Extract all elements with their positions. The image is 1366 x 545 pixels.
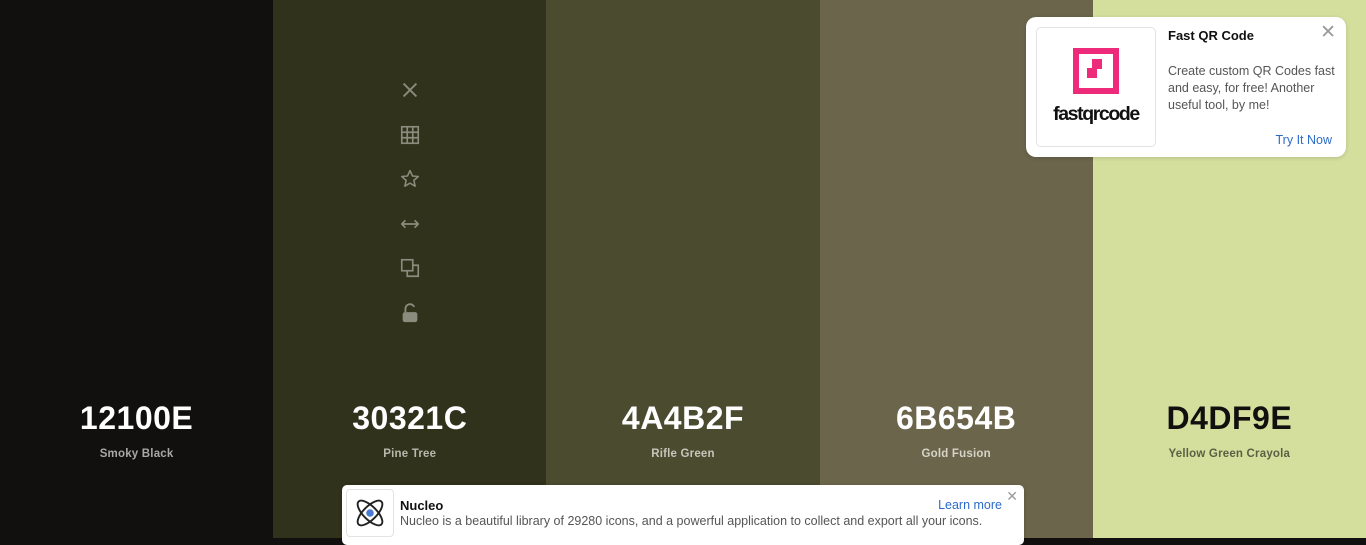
- arrows-horizontal-icon: [400, 219, 419, 228]
- swatch-color-name: Rifle Green: [651, 448, 715, 460]
- swatch-toolbar: [273, 76, 546, 343]
- swatch-hex-code[interactable]: D4DF9E: [1093, 400, 1366, 437]
- lock-color-button[interactable]: [396, 299, 424, 327]
- swatch-hex-code[interactable]: 6B654B: [820, 400, 1093, 437]
- grid-icon: [400, 125, 419, 144]
- swatch-hex-code[interactable]: 30321C: [273, 400, 546, 437]
- swatch-hex-code[interactable]: 4A4B2F: [546, 400, 819, 437]
- close-ad-button[interactable]: ✕: [1320, 23, 1336, 43]
- swatch-pine-tree[interactable]: 30321C Pine Tree: [273, 0, 547, 538]
- banner-description: Nucleo is a beautiful library of 29280 i…: [400, 514, 983, 528]
- ad-description: Create custom QR Codes fast and easy, fo…: [1168, 64, 1335, 112]
- view-shades-button[interactable]: [396, 121, 424, 149]
- copy-hex-button[interactable]: [396, 254, 424, 282]
- swatch-color-name: Smoky Black: [99, 448, 174, 460]
- copy-icon: [400, 258, 419, 278]
- try-it-now-link[interactable]: Try It Now: [1276, 133, 1332, 147]
- nucleo-logo[interactable]: [346, 489, 394, 537]
- swatch-color-name: Yellow Green Crayola: [1168, 448, 1291, 460]
- drag-color-button[interactable]: [396, 210, 424, 238]
- save-color-button[interactable]: [396, 165, 424, 193]
- nucleo-banner[interactable]: Nucleo Nucleo is a beautiful library of …: [342, 485, 1024, 545]
- swatch-color-name: Gold Fusion: [921, 448, 991, 460]
- logo-wordmark: fastqrcode: [1053, 103, 1140, 125]
- banner-title: Nucleo: [400, 498, 444, 513]
- close-icon: [402, 82, 417, 98]
- close-banner-button[interactable]: ✕: [1006, 488, 1018, 505]
- ad-title[interactable]: Fast QR Code: [1168, 28, 1254, 43]
- fast-qr-code-ad[interactable]: fastqrcode Fast QR Code Create custom QR…: [1026, 17, 1346, 157]
- remove-color-button[interactable]: [396, 76, 424, 104]
- star-icon: [400, 169, 419, 187]
- swatch-smoky-black[interactable]: 12100E Smoky Black: [0, 0, 274, 538]
- qr-mark-icon: [1073, 48, 1119, 94]
- atom-icon: [356, 499, 384, 527]
- lock-open-icon: [402, 302, 418, 322]
- swatch-rifle-green[interactable]: 4A4B2F Rifle Green: [546, 0, 820, 538]
- swatch-color-name: Pine Tree: [383, 448, 437, 460]
- fastqrcode-logo[interactable]: fastqrcode: [1036, 27, 1156, 147]
- learn-more-link[interactable]: Learn more: [938, 498, 1002, 512]
- swatch-hex-code[interactable]: 12100E: [0, 400, 273, 437]
